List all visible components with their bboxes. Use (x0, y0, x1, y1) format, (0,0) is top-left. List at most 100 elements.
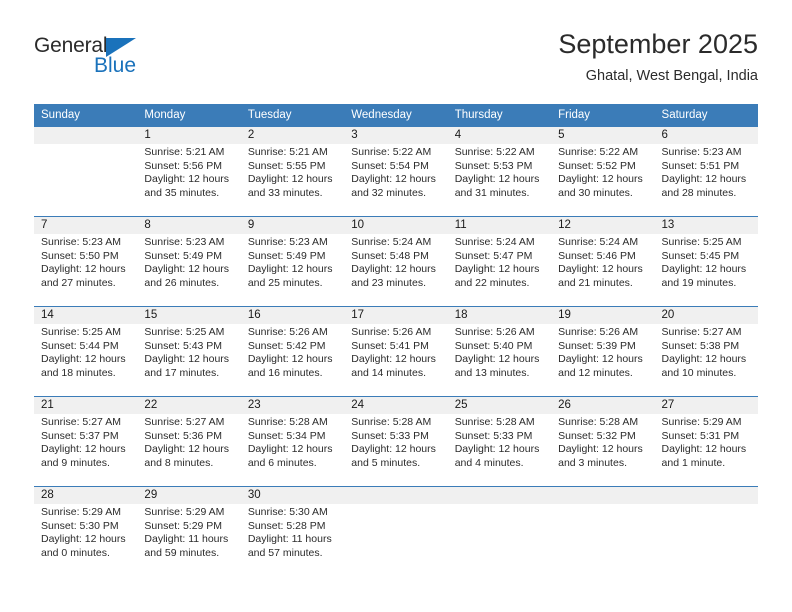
sunset-text: Sunset: 5:51 PM (661, 159, 740, 172)
day-cell[interactable]: Sunrise: 5:28 AM Sunset: 5:34 PM Dayligh… (241, 414, 344, 486)
day-number[interactable]: 9 (241, 217, 344, 234)
day-number[interactable]: 20 (655, 307, 758, 324)
day-cell[interactable] (34, 144, 137, 216)
day-number[interactable]: 16 (241, 307, 344, 324)
day-number[interactable]: 24 (344, 397, 447, 414)
day-number[interactable] (344, 487, 447, 504)
day-number[interactable]: 29 (137, 487, 240, 504)
day-number[interactable]: 18 (448, 307, 551, 324)
day-cell[interactable]: Sunrise: 5:24 AM Sunset: 5:46 PM Dayligh… (551, 234, 654, 306)
day-number[interactable]: 11 (448, 217, 551, 234)
daylight-text-line1: Daylight: 12 hours (247, 443, 333, 456)
day-number-band: 21 22 23 24 25 26 27 (34, 397, 758, 414)
day-cell[interactable]: Sunrise: 5:29 AM Sunset: 5:29 PM Dayligh… (137, 504, 240, 576)
day-number[interactable]: 26 (551, 397, 654, 414)
day-cell[interactable]: Sunrise: 5:24 AM Sunset: 5:47 PM Dayligh… (448, 234, 551, 306)
day-number[interactable] (448, 487, 551, 504)
sunset-text: Sunset: 5:30 PM (41, 519, 119, 532)
weekday-header-row: Sunday Monday Tuesday Wednesday Thursday… (34, 104, 758, 126)
day-number[interactable] (655, 487, 758, 504)
day-number[interactable] (551, 487, 654, 504)
day-number[interactable]: 28 (34, 487, 137, 504)
day-number[interactable]: 13 (655, 217, 758, 234)
day-cell[interactable]: Sunrise: 5:29 AM Sunset: 5:31 PM Dayligh… (655, 414, 758, 486)
day-number[interactable]: 12 (551, 217, 654, 234)
day-number[interactable]: 7 (34, 217, 137, 234)
day-number[interactable]: 25 (448, 397, 551, 414)
page-title: September 2025 (558, 29, 758, 59)
day-cell[interactable]: Sunrise: 5:25 AM Sunset: 5:44 PM Dayligh… (34, 324, 137, 396)
day-number[interactable]: 22 (137, 397, 240, 414)
day-cell[interactable]: Sunrise: 5:29 AM Sunset: 5:30 PM Dayligh… (34, 504, 137, 576)
day-cell[interactable]: Sunrise: 5:27 AM Sunset: 5:37 PM Dayligh… (34, 414, 137, 486)
day-detail-band: Sunrise: 5:27 AM Sunset: 5:37 PM Dayligh… (34, 414, 758, 486)
day-number[interactable]: 4 (448, 127, 551, 144)
day-cell[interactable]: Sunrise: 5:22 AM Sunset: 5:53 PM Dayligh… (448, 144, 551, 216)
day-cell[interactable]: Sunrise: 5:27 AM Sunset: 5:38 PM Dayligh… (655, 324, 758, 396)
day-cell[interactable]: Sunrise: 5:22 AM Sunset: 5:52 PM Dayligh… (551, 144, 654, 216)
general-blue-logo[interactable]: General Blue (34, 34, 154, 86)
day-cell[interactable]: Sunrise: 5:24 AM Sunset: 5:48 PM Dayligh… (344, 234, 447, 306)
sunrise-text: Sunrise: 5:22 AM (558, 146, 639, 158)
day-cell[interactable]: Sunrise: 5:23 AM Sunset: 5:50 PM Dayligh… (34, 234, 137, 306)
day-cell[interactable]: Sunrise: 5:30 AM Sunset: 5:28 PM Dayligh… (241, 504, 344, 576)
day-cell[interactable] (448, 504, 551, 576)
day-number[interactable]: 27 (655, 397, 758, 414)
day-number[interactable] (34, 127, 137, 144)
calendar-week-row: 1 2 3 4 5 6 Sunrise: 5:21 AM Sunset: 5:5… (34, 126, 758, 216)
page-subtitle: Ghatal, West Bengal, India (585, 68, 758, 84)
calendar-week-row: 7 8 9 10 11 12 13 Sunrise: 5:23 AM Sunse… (34, 216, 758, 306)
day-cell[interactable]: Sunrise: 5:26 AM Sunset: 5:41 PM Dayligh… (344, 324, 447, 396)
day-number[interactable]: 30 (241, 487, 344, 504)
day-cell[interactable]: Sunrise: 5:28 AM Sunset: 5:32 PM Dayligh… (551, 414, 654, 486)
day-cell[interactable] (655, 504, 758, 576)
day-number[interactable]: 23 (241, 397, 344, 414)
day-cell[interactable]: Sunrise: 5:27 AM Sunset: 5:36 PM Dayligh… (137, 414, 240, 486)
calendar-week-row: 21 22 23 24 25 26 27 Sunrise: 5:27 AM Su… (34, 396, 758, 486)
sunrise-text: Sunrise: 5:23 AM (247, 236, 328, 248)
daylight-text-line1: Daylight: 12 hours (247, 353, 333, 366)
sunrise-text: Sunrise: 5:27 AM (144, 416, 225, 428)
day-cell[interactable]: Sunrise: 5:21 AM Sunset: 5:55 PM Dayligh… (241, 144, 344, 216)
day-number[interactable]: 5 (551, 127, 654, 144)
day-cell[interactable]: Sunrise: 5:23 AM Sunset: 5:49 PM Dayligh… (241, 234, 344, 306)
day-number[interactable]: 19 (551, 307, 654, 324)
day-number[interactable]: 14 (34, 307, 137, 324)
daylight-text-line2: and 22 minutes. (454, 276, 530, 289)
daylight-text-line1: Daylight: 12 hours (41, 533, 126, 546)
day-number[interactable]: 15 (137, 307, 240, 324)
weekday-header-tuesday: Tuesday (247, 109, 292, 121)
day-cell[interactable]: Sunrise: 5:28 AM Sunset: 5:33 PM Dayligh… (448, 414, 551, 486)
day-number[interactable]: 2 (241, 127, 344, 144)
daylight-text-line1: Daylight: 12 hours (558, 353, 643, 366)
day-cell[interactable]: Sunrise: 5:26 AM Sunset: 5:40 PM Dayligh… (448, 324, 551, 396)
sunset-text: Sunset: 5:33 PM (454, 429, 533, 442)
daylight-text-line2: and 17 minutes. (144, 366, 220, 379)
daylight-text-line1: Daylight: 12 hours (558, 443, 643, 456)
sunset-text: Sunset: 5:49 PM (144, 249, 223, 262)
day-cell[interactable] (344, 504, 447, 576)
day-cell[interactable]: Sunrise: 5:25 AM Sunset: 5:43 PM Dayligh… (137, 324, 240, 396)
day-number[interactable]: 1 (137, 127, 240, 144)
daylight-text-line2: and 33 minutes. (247, 186, 323, 199)
day-cell[interactable]: Sunrise: 5:21 AM Sunset: 5:56 PM Dayligh… (137, 144, 240, 216)
daylight-text-line1: Daylight: 12 hours (144, 353, 230, 366)
day-number[interactable]: 8 (137, 217, 240, 234)
day-cell[interactable]: Sunrise: 5:26 AM Sunset: 5:39 PM Dayligh… (551, 324, 654, 396)
day-number[interactable]: 6 (655, 127, 758, 144)
sunset-text: Sunset: 5:46 PM (558, 249, 636, 262)
day-cell[interactable]: Sunrise: 5:23 AM Sunset: 5:51 PM Dayligh… (655, 144, 758, 216)
day-cell[interactable]: Sunrise: 5:28 AM Sunset: 5:33 PM Dayligh… (344, 414, 447, 486)
sunrise-text: Sunrise: 5:25 AM (41, 326, 121, 338)
day-number[interactable]: 3 (344, 127, 447, 144)
day-cell[interactable]: Sunrise: 5:26 AM Sunset: 5:42 PM Dayligh… (241, 324, 344, 396)
day-number[interactable]: 10 (344, 217, 447, 234)
daylight-text-line2: and 32 minutes. (351, 186, 426, 199)
day-cell[interactable]: Sunrise: 5:25 AM Sunset: 5:45 PM Dayligh… (655, 234, 758, 306)
weekday-header-monday: Monday (144, 109, 186, 121)
day-cell[interactable]: Sunrise: 5:22 AM Sunset: 5:54 PM Dayligh… (344, 144, 447, 216)
day-cell[interactable]: Sunrise: 5:23 AM Sunset: 5:49 PM Dayligh… (137, 234, 240, 306)
day-cell[interactable] (551, 504, 654, 576)
day-number[interactable]: 17 (344, 307, 447, 324)
day-number[interactable]: 21 (34, 397, 137, 414)
